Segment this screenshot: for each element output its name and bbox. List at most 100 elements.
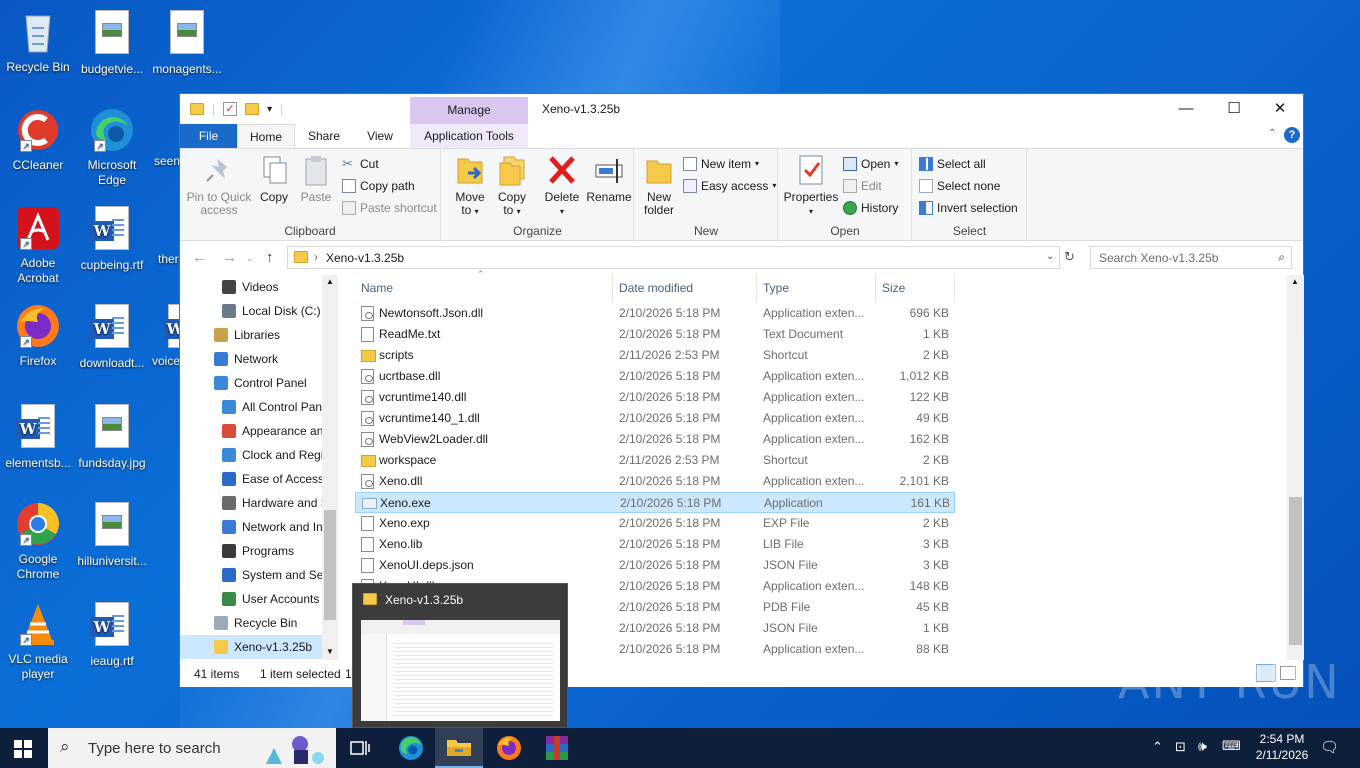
desktop-icon-firefox[interactable]: ↗ Firefox xyxy=(0,302,76,369)
scroll-up-icon[interactable]: ▲ xyxy=(1291,277,1299,286)
desktop-icon-recycle-bin[interactable]: Recycle Bin xyxy=(0,8,76,75)
tab-share[interactable]: Share xyxy=(300,124,348,148)
tab-home[interactable]: Home xyxy=(237,124,295,148)
minimize-button[interactable]: — xyxy=(1163,94,1209,124)
desktop-icon-acrobat[interactable]: ↗ Adobe Acrobat xyxy=(0,204,76,286)
up-arrow-icon[interactable]: ↑ xyxy=(266,249,274,266)
desktop-icon-ieaug[interactable]: W ieaug.rtf xyxy=(74,600,150,669)
nav-item[interactable]: Videos xyxy=(180,275,322,299)
file-row[interactable]: vcruntime140.dll 2/10/2026 5:18 PM Applica… xyxy=(355,387,955,408)
tab-file[interactable]: File xyxy=(180,124,237,148)
delete-button[interactable]: Delete ▾ xyxy=(542,153,582,218)
scroll-down-icon[interactable]: ▼ xyxy=(326,647,334,656)
select-none-button[interactable]: Select none xyxy=(919,177,1000,195)
file-row[interactable]: ReadMe.txt 2/10/2026 5:18 PM Text Document… xyxy=(355,324,955,345)
firefox-taskbar-icon[interactable] xyxy=(495,734,523,762)
nav-item[interactable]: Libraries xyxy=(180,323,322,347)
nav-scrollbar-thumb[interactable] xyxy=(324,510,336,620)
file-row[interactable]: scripts 2/11/2026 2:53 PM Shortcut 2 KB xyxy=(355,345,955,366)
select-all-button[interactable]: Select all xyxy=(919,155,986,173)
edit-button[interactable]: Edit xyxy=(843,177,882,195)
file-row[interactable]: workspace 2/11/2026 2:53 PM Shortcut 2 KB xyxy=(355,450,955,471)
nav-item[interactable]: Recycle Bin xyxy=(180,611,322,635)
desktop-icon-budgetview[interactable]: budgetvie... xyxy=(74,8,150,77)
breadcrumb-current[interactable]: Xeno-v1.3.25b xyxy=(326,251,404,265)
file-explorer-taskbar-button[interactable] xyxy=(435,728,483,768)
pin-quick-access-button[interactable]: Pin to Quick access xyxy=(186,153,252,217)
easy-access-button[interactable]: Easy access ▾ xyxy=(683,177,776,195)
nav-item[interactable]: Programs xyxy=(180,539,322,563)
desktop-icon-vlc[interactable]: ↗ VLC media player xyxy=(0,600,76,682)
task-view-icon[interactable] xyxy=(350,739,370,757)
history-button[interactable]: History xyxy=(843,199,898,217)
back-arrow-icon[interactable]: ← xyxy=(192,249,207,266)
open-button[interactable]: Open ▾ xyxy=(843,155,898,173)
nav-scrollbar[interactable]: ▲ ▼ xyxy=(322,275,338,660)
move-to-button[interactable]: Move to ▾ xyxy=(452,153,488,218)
column-header-size[interactable]: Size xyxy=(876,275,955,301)
volume-icon[interactable]: 🕪 xyxy=(1198,738,1207,755)
nav-item[interactable]: Appearance and Personalization xyxy=(180,419,322,443)
properties-check-icon[interactable]: ✓ xyxy=(223,102,238,116)
address-bar[interactable]: › Xeno-v1.3.25b ⌄ xyxy=(287,246,1060,269)
customize-qat-chevron-icon[interactable]: ▾ xyxy=(267,104,272,115)
forward-arrow-icon[interactable]: → xyxy=(222,249,237,266)
nav-item[interactable]: All Control Panel Items xyxy=(180,395,322,419)
file-row[interactable]: Newtonsoft.Json.dll 2/10/2026 5:18 PM Appl… xyxy=(355,303,955,324)
file-row[interactable]: XenoUI.deps.json 2/10/2026 5:18 PM JSON Fi… xyxy=(355,555,955,576)
properties-button[interactable]: Properties ▾ xyxy=(783,153,839,218)
nav-item[interactable]: Ease of Access xyxy=(180,467,322,491)
nav-item[interactable]: Network xyxy=(180,347,322,371)
file-row[interactable]: Xeno.lib 2/10/2026 5:18 PM LIB File 3 KB xyxy=(355,534,955,555)
show-hidden-icons-chevron-icon[interactable]: ⌃ xyxy=(1152,739,1163,755)
file-list-scrollbar[interactable]: ▲ xyxy=(1287,275,1304,660)
address-dropdown-chevron-icon[interactable]: ⌄ xyxy=(1046,251,1054,262)
desktop-icon-cupbeing[interactable]: W cupbeing.rtf xyxy=(74,204,150,273)
nav-item[interactable]: Network and Internet xyxy=(180,515,322,539)
file-row[interactable]: ucrtbase.dll 2/10/2026 5:18 PM Application… xyxy=(355,366,955,387)
file-row[interactable]: vcruntime140_1.dll 2/10/2026 5:18 PM Appli… xyxy=(355,408,955,429)
edge-taskbar-icon[interactable] xyxy=(397,734,425,762)
nav-item[interactable]: Xeno-v1.3.25b xyxy=(180,635,322,659)
invert-selection-button[interactable]: Invert selection xyxy=(919,199,1018,217)
clock-time[interactable]: 2:54 PM xyxy=(1252,732,1312,746)
nav-item[interactable]: Local Disk (C:) xyxy=(180,299,322,323)
new-item-button[interactable]: New item ▾ xyxy=(683,155,759,173)
desktop-icon-edge[interactable]: ↗ Microsoft Edge xyxy=(74,106,150,188)
nav-item[interactable]: Hardware and Sound xyxy=(180,491,322,515)
network-status-icon[interactable]: ⊡ xyxy=(1175,739,1186,755)
scroll-up-icon[interactable]: ▲ xyxy=(326,277,334,286)
rename-button[interactable]: Rename xyxy=(586,153,632,204)
start-windows-icon[interactable] xyxy=(14,740,32,758)
nav-item[interactable]: Clock and Region xyxy=(180,443,322,467)
new-folder-button[interactable]: New folder xyxy=(639,153,679,217)
paste-button[interactable]: Paste xyxy=(298,153,334,204)
column-header-date[interactable]: Date modified xyxy=(613,275,757,301)
maximize-button[interactable]: ☐ xyxy=(1211,94,1257,124)
search-input[interactable]: Search Xeno-v1.3.25b ⌕ xyxy=(1090,246,1292,269)
refresh-icon[interactable]: ↻ xyxy=(1064,249,1075,265)
file-row[interactable]: Xeno.dll 2/10/2026 5:18 PM Application ext… xyxy=(355,471,955,492)
taskbar-search-box[interactable]: ⌕ Type here to search xyxy=(48,728,336,768)
tab-application-tools[interactable]: Application Tools xyxy=(410,124,528,148)
nav-item[interactable]: System and Security xyxy=(180,563,322,587)
winrar-taskbar-icon[interactable] xyxy=(543,734,571,762)
column-header-type[interactable]: Type xyxy=(757,275,876,301)
desktop-icon-ccleaner[interactable]: ↗ CCleaner xyxy=(0,106,76,173)
file-row[interactable]: WebView2Loader.dll 2/10/2026 5:18 PM Appli… xyxy=(355,429,955,450)
recent-locations-chevron-icon[interactable]: ⌄ xyxy=(246,253,254,264)
clock-date[interactable]: 2/11/2026 xyxy=(1247,748,1317,762)
input-language-icon[interactable]: ⌨ xyxy=(1222,738,1241,754)
breadcrumb-separator-icon[interactable]: › xyxy=(314,250,318,264)
desktop-icon-chrome[interactable]: ↗ Google Chrome xyxy=(0,500,76,582)
tab-view[interactable]: View xyxy=(356,124,404,148)
desktop-icon-monagents[interactable]: monagents... xyxy=(149,8,225,77)
copy-button[interactable]: Copy xyxy=(256,153,292,204)
file-row[interactable]: Xeno.exe 2/10/2026 5:18 PM Application 161 … xyxy=(355,492,955,513)
paste-shortcut-button[interactable]: Paste shortcut xyxy=(342,199,437,217)
desktop-icon-elementsb[interactable]: W elementsb... xyxy=(0,402,76,471)
file-row[interactable]: Xeno.exp 2/10/2026 5:18 PM EXP File 2 KB xyxy=(355,513,955,534)
collapse-ribbon-chevron-icon[interactable]: ⌃ xyxy=(1268,128,1276,139)
close-button[interactable]: ✕ xyxy=(1257,94,1303,124)
file-list-scrollbar-thumb[interactable] xyxy=(1289,497,1302,645)
